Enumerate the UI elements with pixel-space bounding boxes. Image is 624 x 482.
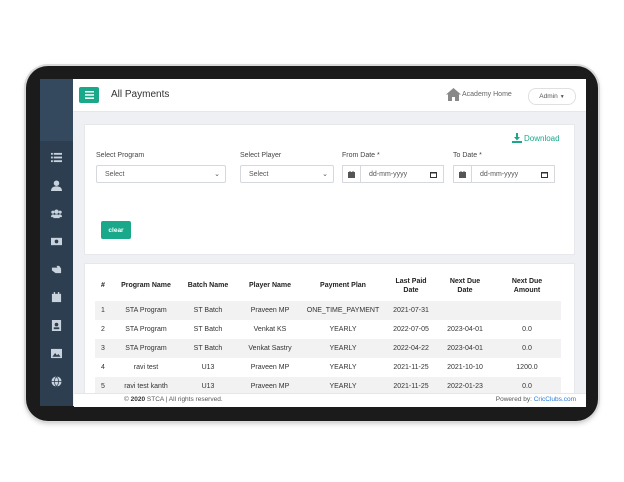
cell-batch-name: ST Batch	[193, 345, 223, 352]
th-batch-name: Batch Name	[187, 282, 229, 289]
copyright-org: STCA | All rights reserved.	[146, 396, 223, 403]
to-date-input[interactable]: dd-mm-yyyy	[471, 165, 555, 183]
cell-last-paid-date: 2021-07-31	[393, 307, 429, 314]
to-date-group: dd-mm-yyyy	[453, 165, 555, 183]
cell-player-name: Venkat Sastry	[248, 345, 292, 352]
th-payment-plan: Payment Plan	[320, 282, 366, 289]
program-select-value: Select	[105, 170, 125, 178]
cell-last-paid-date: 2022-04-22	[393, 345, 429, 352]
cell-batch-name: ST Batch	[193, 307, 223, 314]
cell-index: 2	[101, 326, 105, 333]
academy-home-link[interactable]: Academy Home	[446, 88, 512, 101]
copyright-year: 2020	[130, 396, 146, 403]
cell-payment-plan: YEARLY	[329, 345, 357, 352]
calendar-addon-icon	[453, 165, 471, 183]
cell-player-name: Praveen MP	[250, 364, 290, 371]
cell-program-name: STA Program	[125, 326, 167, 333]
globe-icon[interactable]	[49, 374, 63, 388]
cell-next-due-date: 2021-10-10	[447, 364, 483, 371]
table-row: 1 STA Program ST Batch Praveen MP ONE_TIME_P…	[95, 301, 561, 320]
table-row: 2 STA Program ST Batch Venkat KS YEARLY 2022-…	[95, 320, 561, 339]
cell-payment-plan: YEARLY	[329, 326, 357, 333]
from-date-placeholder: dd-mm-yyyy	[369, 170, 408, 178]
user-icon[interactable]	[49, 178, 63, 192]
cell-program-name: ravi test	[133, 364, 159, 371]
cell-index: 3	[101, 345, 105, 352]
academy-home-label: Academy Home	[462, 91, 512, 98]
menu-toggle-button[interactable]	[79, 87, 99, 103]
th-program-name: Program Name	[121, 282, 171, 289]
player-select[interactable]: Select ⌄	[240, 165, 334, 183]
powered-by: Powered by: CricClubs.com	[496, 396, 576, 403]
cell-payment-plan: ONE_TIME_PAYMENT	[306, 307, 380, 314]
chevron-down-icon: ⌄	[322, 171, 328, 178]
th-last-paid-date: Last Paid Date	[395, 278, 427, 294]
cell-program-name: STA Program	[125, 307, 167, 314]
hand-pointer-icon[interactable]	[49, 262, 63, 276]
money-icon[interactable]	[49, 234, 63, 248]
table-row: 3 STA Program ST Batch Venkat Sastry YEARLY 2…	[95, 339, 561, 358]
cell-next-due-amount: 0.0	[522, 345, 532, 352]
contact-card-icon[interactable]	[49, 318, 63, 332]
filter-panel: Download Select Program Select ⌄ Select …	[84, 124, 575, 255]
calendar-picker-icon[interactable]	[430, 171, 437, 178]
caret-down-icon: ▼	[559, 93, 565, 100]
cell-player-name: Praveen MP	[250, 307, 290, 314]
cell-next-due-amount	[495, 301, 559, 320]
to-date-label: To Date *	[453, 152, 482, 159]
copyright: © 2020 STCA | All rights reserved.	[124, 396, 223, 403]
from-date-group: dd-mm-yyyy	[342, 165, 444, 183]
hamburger-icon	[84, 91, 94, 99]
powered-by-prefix: Powered by:	[495, 396, 532, 403]
payments-table: # Program Name Batch Name Player Name Paymen…	[84, 263, 575, 406]
cell-player-name: Venkat KS	[253, 326, 287, 333]
sidebar-header	[40, 79, 73, 141]
cell-last-paid-date: 2021-11-25	[393, 364, 429, 371]
table-row: 4 ravi test U13 Praveen MP YEARLY 2021-11-25 2…	[95, 358, 561, 377]
page-title: All Payments	[111, 89, 170, 100]
sidebar	[40, 79, 73, 406]
cell-next-due-date: 2023-04-01	[447, 345, 483, 352]
player-select-value: Select	[249, 170, 269, 178]
cell-batch-name: ST Batch	[193, 326, 223, 333]
cell-next-due-amount: 1200.0	[516, 364, 538, 371]
top-bar: All Payments Academy Home Admin ▼	[73, 79, 586, 112]
program-select[interactable]: Select ⌄	[96, 165, 226, 183]
cell-index: 4	[101, 364, 105, 371]
cell-last-paid-date: 2022-07-05	[393, 326, 429, 333]
download-icon	[512, 133, 522, 143]
cell-index: 1	[101, 307, 105, 314]
admin-label: Admin	[539, 93, 558, 100]
admin-dropdown[interactable]: Admin ▼	[528, 88, 576, 105]
clear-button[interactable]: clear	[101, 221, 131, 239]
th-player-name: Player Name	[248, 282, 292, 289]
program-filter-label: Select Program	[96, 152, 145, 159]
chevron-down-icon: ⌄	[214, 171, 220, 178]
calendar-icon[interactable]	[49, 290, 63, 304]
download-link[interactable]: Download	[512, 133, 560, 143]
calendar-addon-icon	[342, 165, 360, 183]
cell-next-due-date: 2023-04-01	[447, 326, 483, 333]
cell-next-due-amount: 0.0	[522, 326, 532, 333]
image-icon[interactable]	[49, 346, 63, 360]
calendar-picker-icon[interactable]	[541, 171, 548, 178]
list-icon[interactable]	[49, 150, 63, 164]
from-date-input[interactable]: dd-mm-yyyy	[360, 165, 444, 183]
cell-payment-plan: YEARLY	[329, 364, 357, 371]
footer: © 2020 STCA | All rights reserved. Power…	[74, 393, 586, 407]
users-icon[interactable]	[49, 206, 63, 220]
from-date-label: From Date *	[342, 152, 380, 159]
cell-program-name: STA Program	[125, 345, 167, 352]
cricclubs-link[interactable]: CricClubs.com	[534, 396, 576, 403]
to-date-placeholder: dd-mm-yyyy	[480, 170, 519, 178]
home-icon	[446, 88, 461, 101]
th-index: #	[101, 282, 105, 289]
th-next-due-date: Next Due Date	[449, 278, 481, 294]
player-filter-label: Select Player	[240, 152, 282, 159]
th-next-due-amount: Next Due Amount	[511, 278, 543, 294]
app-screen: All Payments Academy Home Admin ▼ Downlo…	[40, 79, 586, 406]
download-label: Download	[524, 133, 560, 143]
cell-batch-name: U13	[201, 364, 215, 371]
cell-next-due-date	[439, 301, 491, 320]
